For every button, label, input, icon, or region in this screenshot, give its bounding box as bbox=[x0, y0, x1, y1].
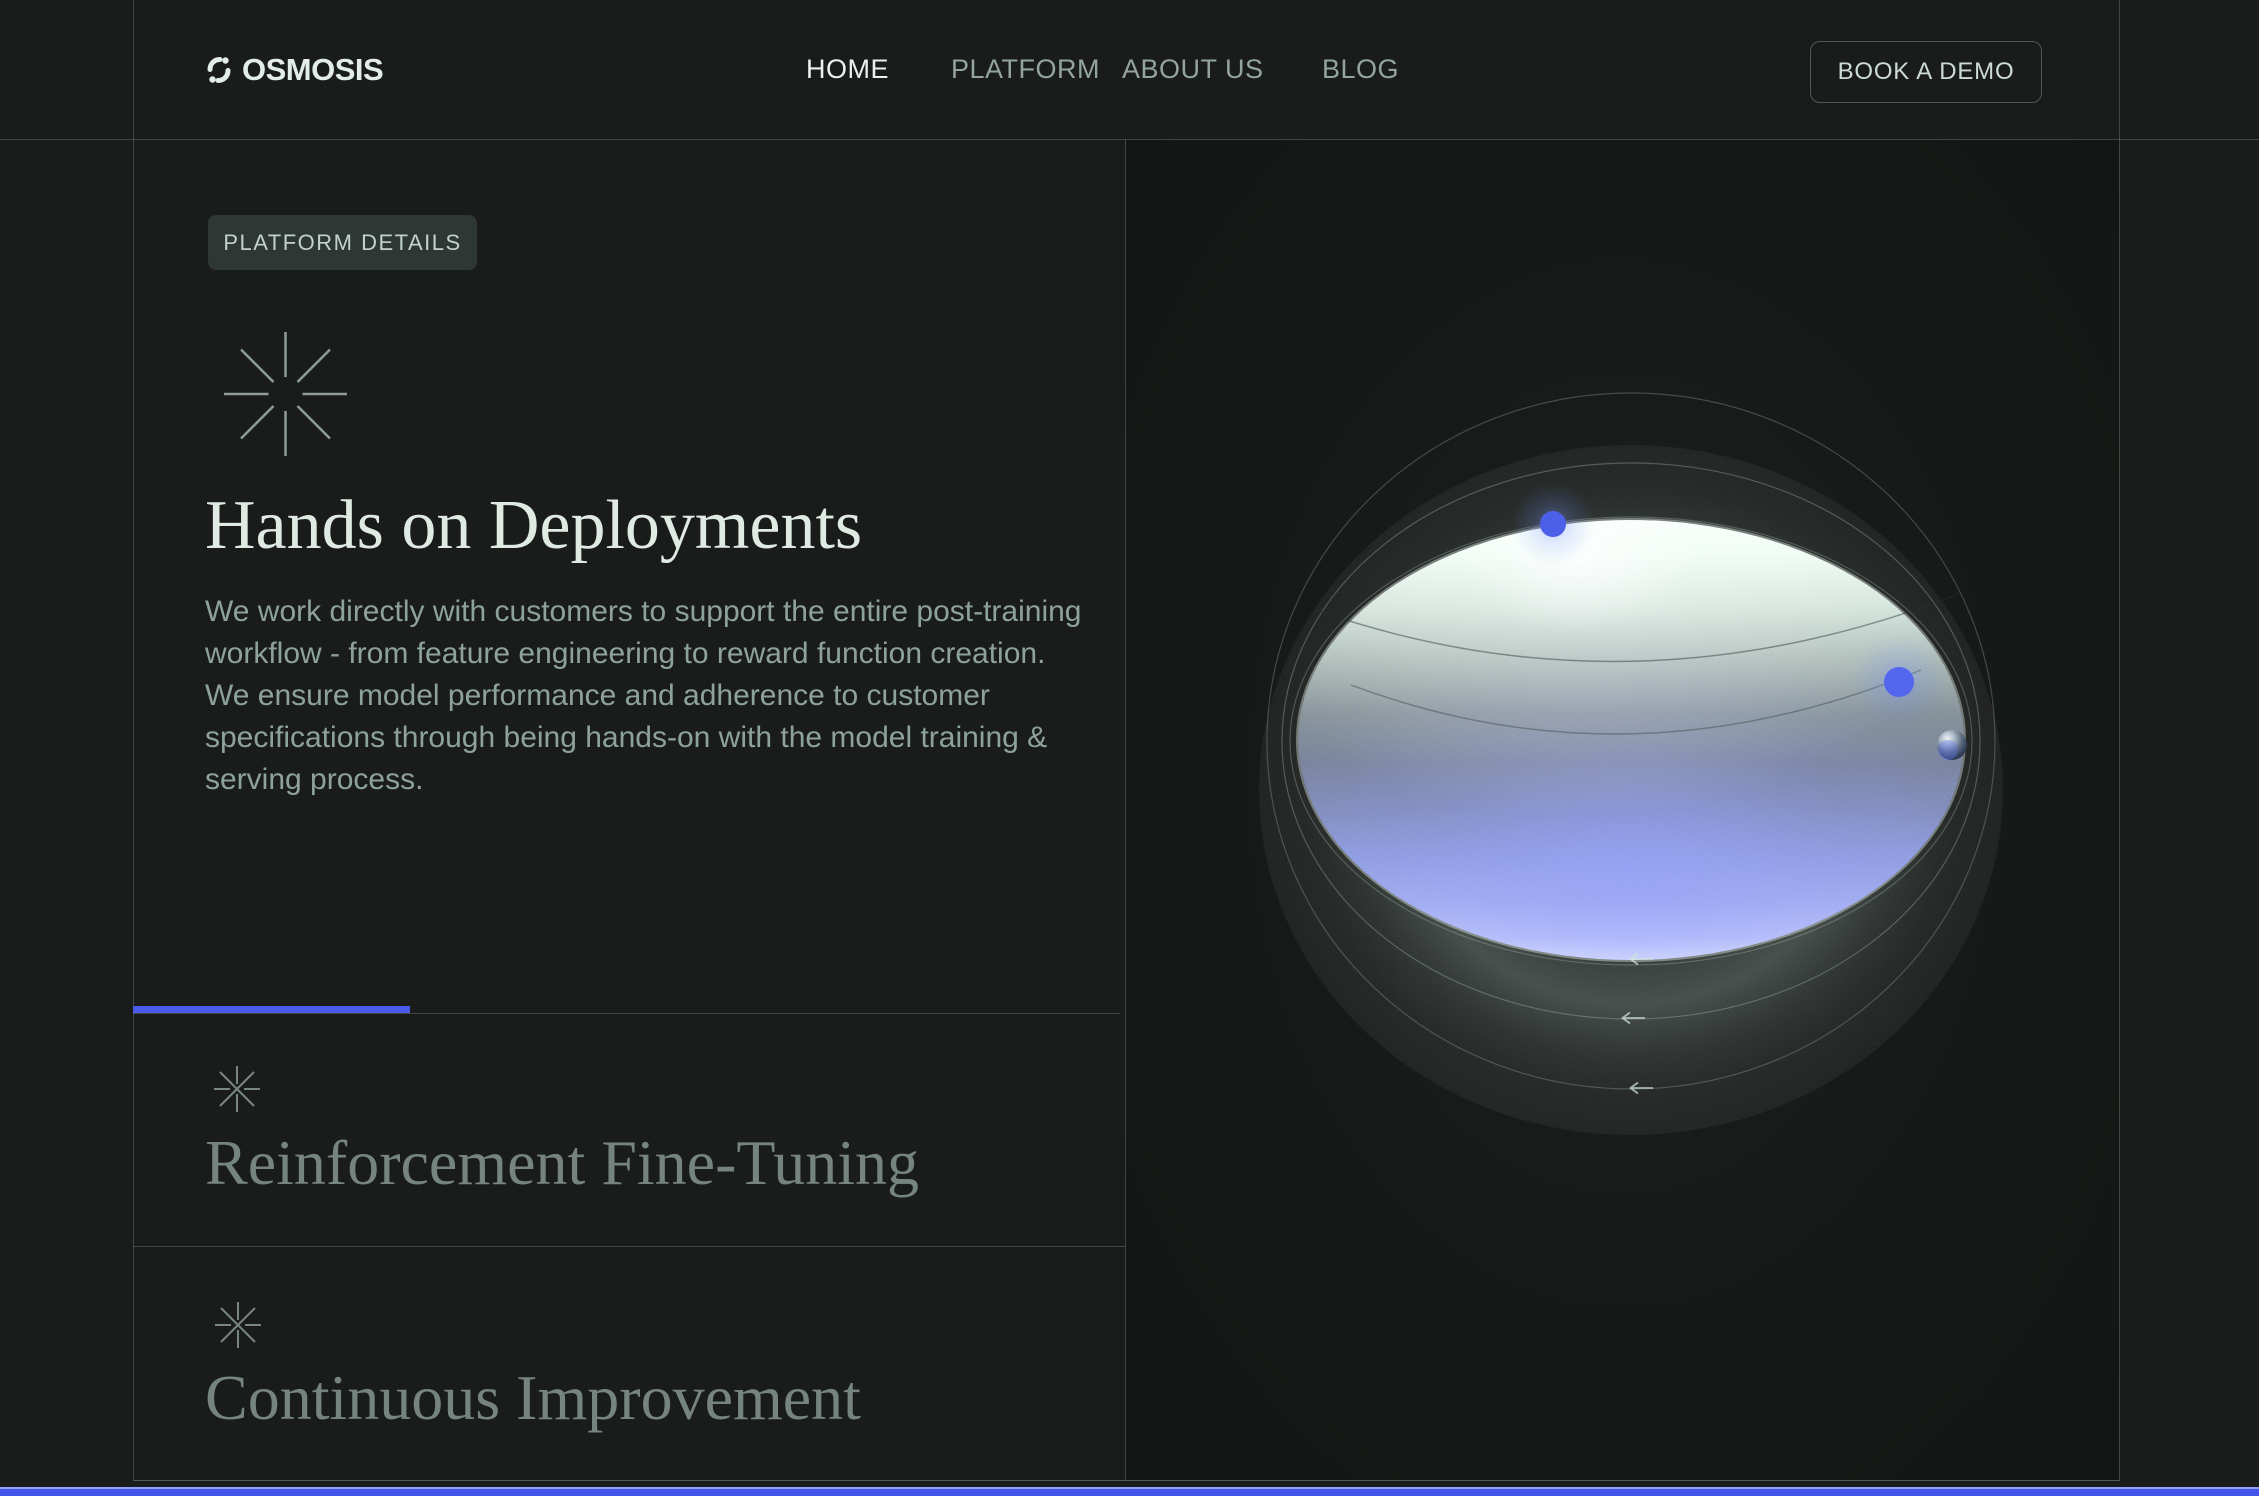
orb-illustration bbox=[1126, 140, 2119, 1480]
section-description: We work directly with customers to suppo… bbox=[205, 591, 1090, 801]
burst-icon bbox=[222, 330, 349, 463]
section-title-continuous-improvement[interactable]: Continuous Improvement bbox=[205, 1361, 861, 1435]
logo-text: OSMOSIS bbox=[242, 52, 383, 88]
section1-divider bbox=[133, 1013, 1120, 1014]
container-bottom-divider bbox=[133, 1480, 2120, 1481]
section-title-reinforcement-fine-tuning[interactable]: Reinforcement Fine-Tuning bbox=[205, 1126, 919, 1200]
asterisk-icon bbox=[213, 1300, 263, 1355]
nav-item-blog[interactable]: BLOG bbox=[1322, 0, 1399, 139]
header: OSMOSIS HOME PLATFORM ABOUT US BLOG BOOK… bbox=[0, 0, 2259, 139]
right-border-rule bbox=[2119, 0, 2120, 1480]
illustration-panel bbox=[1126, 140, 2119, 1480]
osmosis-logo-icon bbox=[205, 56, 233, 84]
nav-item-home[interactable]: HOME bbox=[806, 0, 889, 139]
page: OSMOSIS HOME PLATFORM ABOUT US BLOG BOOK… bbox=[0, 0, 2259, 1496]
asterisk-icon bbox=[212, 1064, 262, 1119]
book-a-demo-button[interactable]: BOOK A DEMO bbox=[1810, 41, 2042, 103]
section-title-hands-on-deployments[interactable]: Hands on Deployments bbox=[205, 487, 862, 564]
bottom-accent-bar bbox=[0, 1487, 2259, 1496]
section2-divider bbox=[133, 1246, 1125, 1247]
nav-item-platform[interactable]: PLATFORM bbox=[951, 0, 1100, 139]
platform-details-badge: PLATFORM DETAILS bbox=[208, 215, 477, 270]
active-section-progress-bar bbox=[133, 1006, 410, 1013]
logo[interactable]: OSMOSIS bbox=[205, 0, 383, 139]
blue-particle bbox=[1540, 511, 1566, 537]
nav-item-about-us[interactable]: ABOUT US bbox=[1122, 0, 1264, 139]
blue-particle bbox=[1884, 667, 1914, 697]
left-border-rule bbox=[133, 0, 134, 1480]
